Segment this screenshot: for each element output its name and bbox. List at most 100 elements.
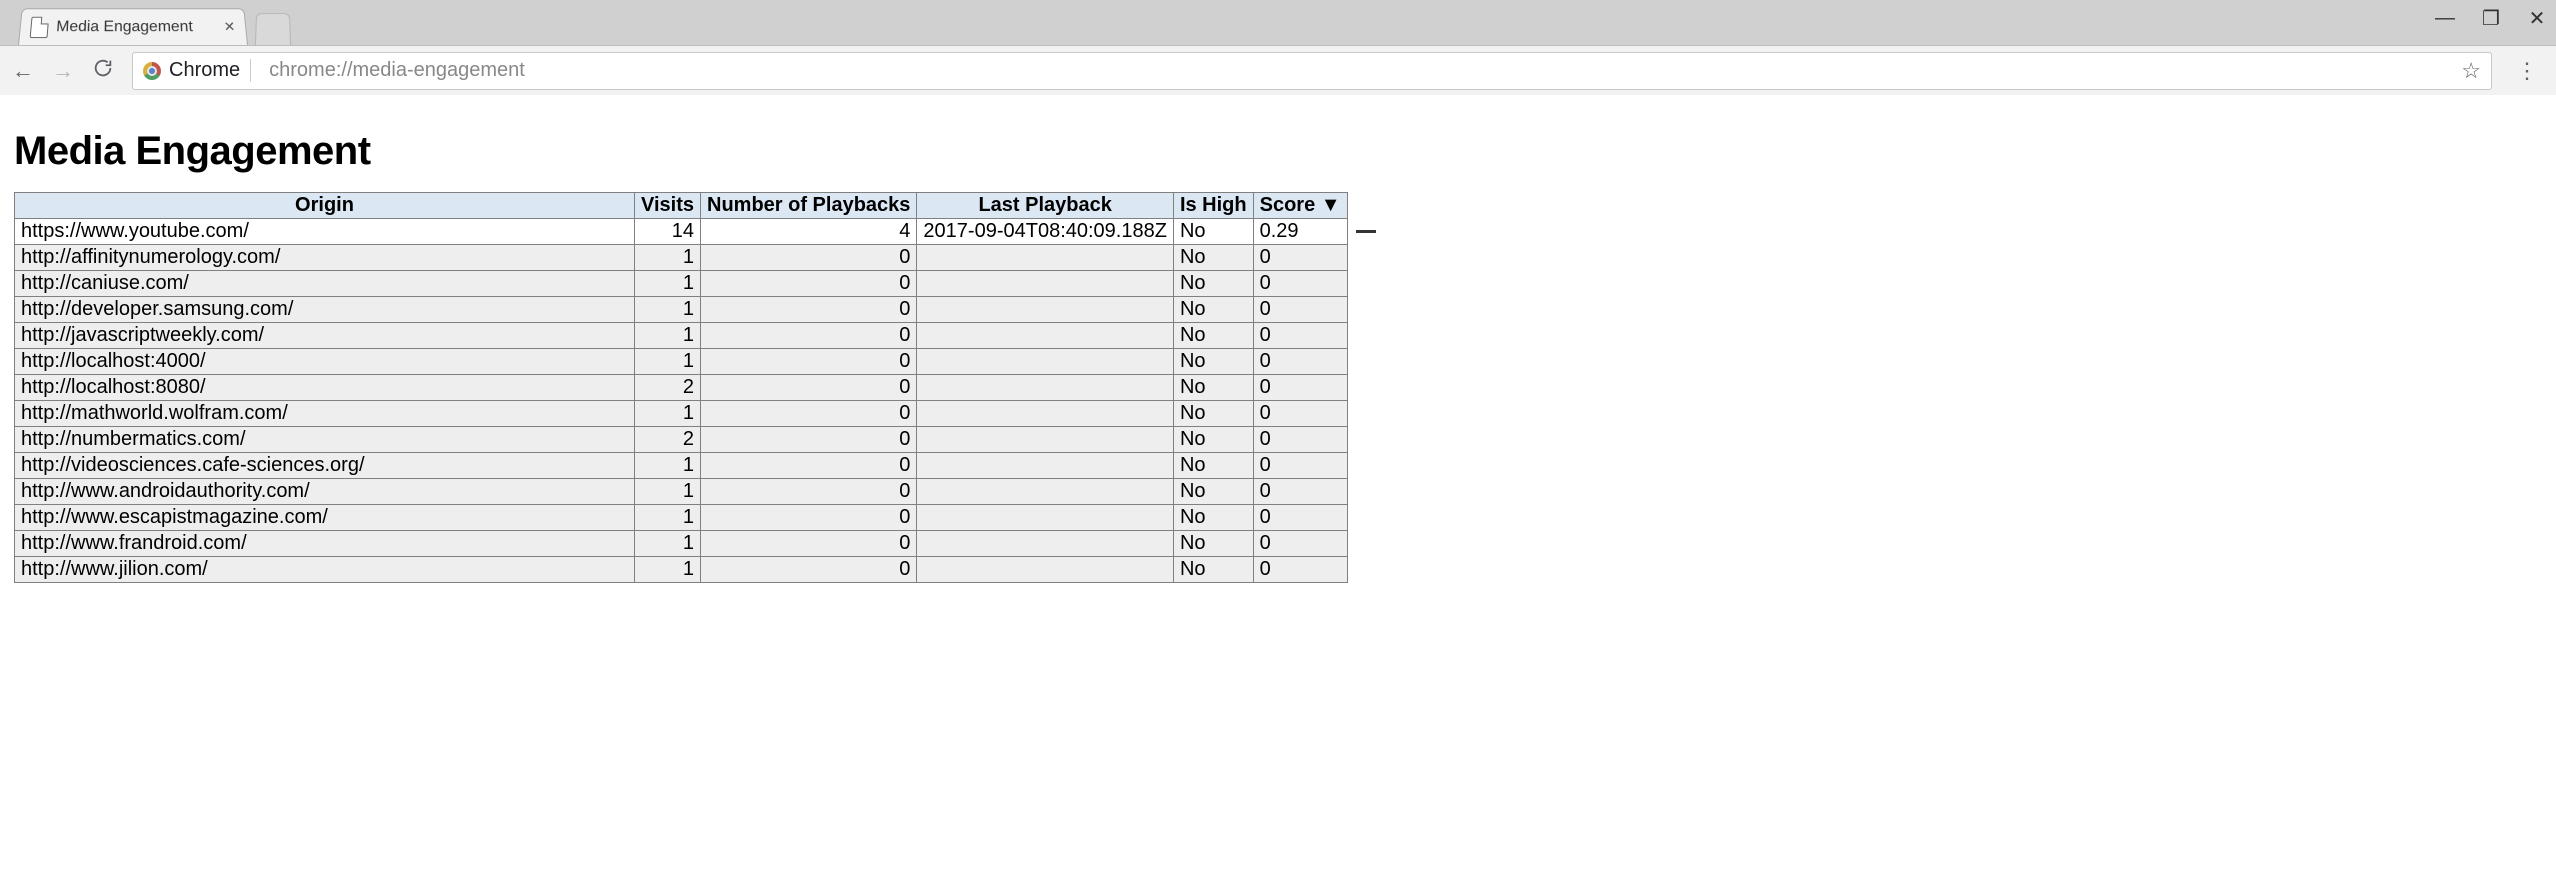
table-cell: No (1173, 505, 1253, 531)
table-cell: 1 (635, 401, 701, 427)
table-row: http://localhost:8080/20No0 (15, 375, 1348, 401)
table-cell (917, 271, 1174, 297)
column-header[interactable]: Last Playback (917, 193, 1174, 219)
table-row: http://mathworld.wolfram.com/10No0 (15, 401, 1348, 427)
minimize-icon[interactable]: — (2432, 7, 2458, 30)
table-cell: No (1173, 323, 1253, 349)
table-cell: 0 (1253, 505, 1347, 531)
table-row: http://localhost:4000/10No0 (15, 349, 1348, 375)
table-cell: 1 (635, 557, 701, 583)
browser-menu-button[interactable]: ⋮ (2510, 58, 2544, 84)
table-cell: 1 (635, 271, 701, 297)
table-row: http://videosciences.cafe-sciences.org/1… (15, 453, 1348, 479)
row-marker-icon (1356, 230, 1376, 233)
table-cell: 0 (1253, 479, 1347, 505)
back-button[interactable]: ← (12, 58, 34, 84)
table-row: http://javascriptweekly.com/10No0 (15, 323, 1348, 349)
reload-button[interactable] (92, 57, 114, 84)
column-header[interactable]: Is High (1173, 193, 1253, 219)
table-cell: http://www.frandroid.com/ (15, 531, 635, 557)
column-header[interactable]: Score ▼ (1253, 193, 1347, 219)
chrome-icon (143, 62, 161, 80)
table-cell: 0 (1253, 427, 1347, 453)
table-cell: 0 (701, 557, 917, 583)
table-cell: 1 (635, 505, 701, 531)
table-row: http://caniuse.com/10No0 (15, 271, 1348, 297)
table-cell (917, 557, 1174, 583)
table-cell: 0 (1253, 531, 1347, 557)
table-cell: 0 (701, 323, 917, 349)
table-cell: No (1173, 297, 1253, 323)
table-cell (917, 323, 1174, 349)
table-cell: 0 (1253, 557, 1347, 583)
address-bar[interactable]: Chrome chrome://media-engagement ☆ (132, 52, 2492, 90)
table-cell: 0 (1253, 401, 1347, 427)
column-header[interactable]: Visits (635, 193, 701, 219)
tab-strip: Media Engagement ✕ (0, 0, 2556, 45)
table-cell (917, 453, 1174, 479)
table-cell: 0 (1253, 245, 1347, 271)
table-cell: 1 (635, 349, 701, 375)
browser-tab-active[interactable]: Media Engagement ✕ (18, 8, 248, 45)
table-row: http://developer.samsung.com/10No0 (15, 297, 1348, 323)
forward-button[interactable]: → (52, 58, 74, 84)
table-cell: 0 (701, 401, 917, 427)
column-header[interactable]: Origin (15, 193, 635, 219)
table-cell: 2 (635, 427, 701, 453)
table-cell: No (1173, 349, 1253, 375)
tab-close-icon[interactable]: ✕ (223, 19, 236, 35)
window-controls: — ❐ ✕ (2432, 6, 2550, 31)
table-cell: No (1173, 531, 1253, 557)
table-cell: No (1173, 271, 1253, 297)
close-window-icon[interactable]: ✕ (2524, 6, 2550, 31)
table-cell: 1 (635, 245, 701, 271)
table-row: http://www.frandroid.com/10No0 (15, 531, 1348, 557)
table-cell (917, 531, 1174, 557)
table-cell (917, 349, 1174, 375)
table-cell: No (1173, 453, 1253, 479)
table-cell (917, 427, 1174, 453)
table-cell (917, 401, 1174, 427)
engagement-table: OriginVisitsNumber of PlaybacksLast Play… (14, 192, 1348, 583)
table-cell: 1 (635, 453, 701, 479)
table-row: http://affinitynumerology.com/10No0 (15, 245, 1348, 271)
table-cell: 0 (701, 271, 917, 297)
table-cell (917, 245, 1174, 271)
table-cell: http://mathworld.wolfram.com/ (15, 401, 635, 427)
table-cell: 0 (701, 479, 917, 505)
table-cell: http://localhost:8080/ (15, 375, 635, 401)
table-cell (917, 375, 1174, 401)
table-cell: 0 (1253, 271, 1347, 297)
table-row: http://numbermatics.com/20No0 (15, 427, 1348, 453)
table-cell: 1 (635, 297, 701, 323)
table-cell: No (1173, 479, 1253, 505)
new-tab-button[interactable] (255, 13, 291, 45)
table-cell: No (1173, 401, 1253, 427)
table-cell: http://videosciences.cafe-sciences.org/ (15, 453, 635, 479)
column-header[interactable]: Number of Playbacks (701, 193, 917, 219)
table-cell: 2017-09-04T08:40:09.188Z (917, 219, 1174, 245)
table-cell: http://affinitynumerology.com/ (15, 245, 635, 271)
tab-title: Media Engagement (56, 18, 194, 35)
table-cell: 0 (701, 245, 917, 271)
table-cell (917, 505, 1174, 531)
table-cell: 1 (635, 479, 701, 505)
table-cell: 0 (1253, 297, 1347, 323)
table-cell (917, 479, 1174, 505)
table-cell: http://www.jilion.com/ (15, 557, 635, 583)
browser-window-chrome: Media Engagement ✕ — ❐ ✕ ← → Chrome chro… (0, 0, 2556, 95)
table-row: https://www.youtube.com/1442017-09-04T08… (15, 219, 1348, 245)
table-cell: 0 (1253, 349, 1347, 375)
page-icon (30, 16, 49, 37)
table-cell: No (1173, 375, 1253, 401)
page-title: Media Engagement (14, 129, 2542, 174)
table-cell: 0 (701, 453, 917, 479)
url-scheme: Chrome (169, 59, 251, 82)
table-cell: 2 (635, 375, 701, 401)
table-cell: 0 (701, 375, 917, 401)
bookmark-star-icon[interactable]: ☆ (2461, 58, 2481, 84)
table-cell: 0 (701, 297, 917, 323)
maximize-icon[interactable]: ❐ (2478, 6, 2504, 31)
table-row: http://www.escapistmagazine.com/10No0 (15, 505, 1348, 531)
table-cell: 0 (1253, 323, 1347, 349)
